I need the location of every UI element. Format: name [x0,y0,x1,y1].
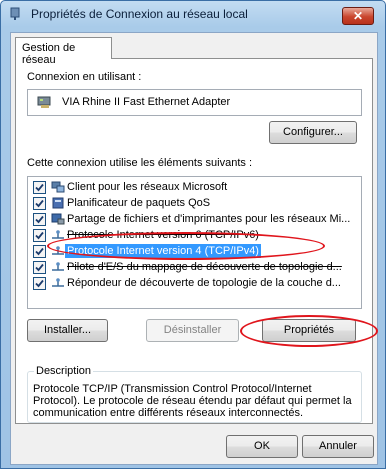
install-button-label: Installer... [43,324,92,336]
close-button[interactable]: ✕ [342,7,374,25]
annotation-oval-properties [240,315,378,347]
configure-button[interactable]: Configurer... [269,121,357,144]
item-checkbox[interactable] [33,277,46,290]
network-client-icon [51,181,65,193]
list-item[interactable]: Répondeur de découverte de topologie de … [28,275,361,291]
cancel-button[interactable]: Annuler [302,435,374,458]
tab-label: Gestion de réseau [22,42,76,66]
item-checkbox[interactable] [33,229,46,242]
ok-button-label: OK [254,440,270,452]
adapter-name: VIA Rhine II Fast Ethernet Adapter [62,96,231,108]
network-connection-icon [10,7,20,20]
item-checkbox[interactable] [33,245,46,258]
list-item[interactable]: Pilote d'E/S du mappage de découverte de… [28,259,361,275]
item-label: Partage de fichiers et d'imprimantes pou… [67,213,351,225]
description-group: Description Protocole TCP/IP (Transmissi… [27,365,362,423]
adapter-field: VIA Rhine II Fast Ethernet Adapter [27,89,362,116]
configure-button-label: Configurer... [283,126,343,138]
description-text: Protocole TCP/IP (Transmission Control P… [33,383,352,419]
cancel-button-label: Annuler [319,440,357,452]
item-label: Répondeur de découverte de topologie de … [67,277,341,289]
item-label: Client pour les réseaux Microsoft [67,181,228,193]
tab-networking[interactable]: Gestion de réseau [15,37,112,66]
file-sharing-icon [51,213,65,225]
install-button[interactable]: Installer... [27,319,108,342]
connect-using-label: Connexion en utilisant : [27,71,142,83]
window-title: Propriétés de Connexion au réseau local [31,7,248,21]
qos-scheduler-icon [52,197,64,209]
item-label: Pilote d'E/S du mappage de découverte de… [67,261,342,273]
item-checkbox[interactable] [33,197,46,210]
item-checkbox[interactable] [33,261,46,274]
protocol-icon [52,262,64,271]
items-label: Cette connexion utilise les éléments sui… [27,157,253,169]
description-title: Description [34,365,94,377]
protocol-icon [52,278,64,287]
list-item[interactable]: Client pour les réseaux Microsoft [28,179,361,195]
uninstall-button[interactable]: Désinstaller [146,319,239,342]
item-checkbox[interactable] [33,181,46,194]
item-label: Planificateur de paquets QoS [67,197,211,209]
uninstall-button-label: Désinstaller [163,324,222,336]
annotation-oval-ipv4 [47,232,325,260]
list-item[interactable]: Planificateur de paquets QoS [28,195,361,211]
close-icon: ✕ [352,9,364,23]
list-item[interactable]: Partage de fichiers et d'imprimantes pou… [28,211,361,227]
ok-button[interactable]: OK [226,435,298,458]
title-bar[interactable]: Propriétés de Connexion au réseau local … [1,1,385,27]
properties-window: Propriétés de Connexion au réseau local … [0,0,386,469]
item-checkbox[interactable] [33,213,46,226]
network-adapter-icon [37,96,51,108]
